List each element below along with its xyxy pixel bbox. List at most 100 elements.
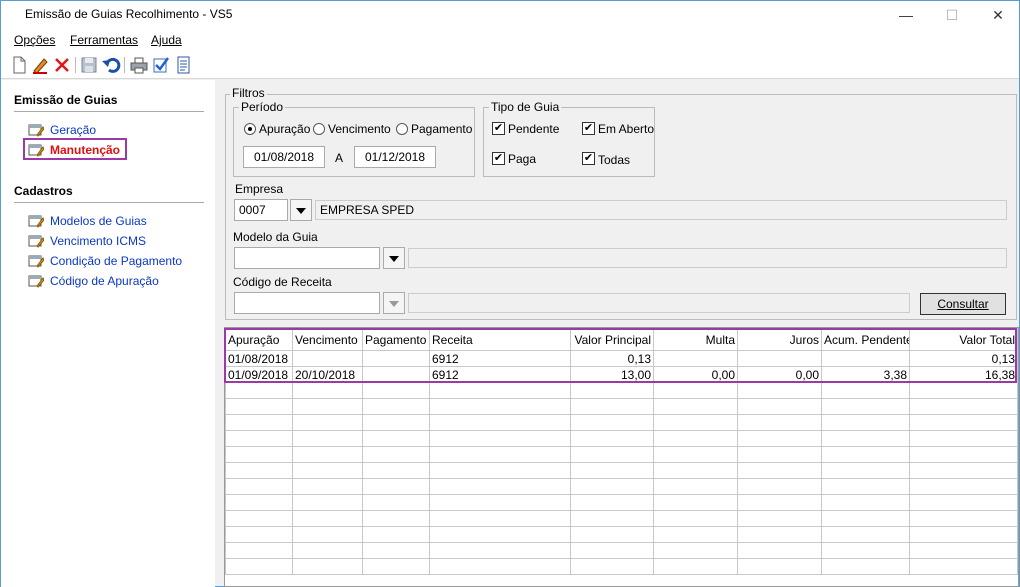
- empty-cell: [362, 478, 430, 495]
- column-acum-pendente[interactable]: Acum. Pendente: [821, 328, 910, 351]
- empty-cell: [653, 430, 738, 447]
- empty-cell: [225, 382, 293, 399]
- column-juros[interactable]: Juros: [737, 328, 822, 351]
- close-button[interactable]: ✕: [975, 1, 1020, 29]
- empty-cell: [292, 414, 363, 431]
- radio-vencimento[interactable]: [313, 123, 325, 135]
- form-icon: [28, 234, 45, 248]
- radio-apuracao[interactable]: [244, 123, 256, 135]
- empty-cell: [909, 526, 1018, 543]
- sidebar-item-vencimento-icms[interactable]: Vencimento ICMS: [50, 234, 146, 248]
- menu-ferramentas[interactable]: Ferramentas: [70, 33, 138, 47]
- cell-receita: 6912: [429, 366, 571, 383]
- maximize-button[interactable]: ☐: [929, 1, 975, 29]
- table-row[interactable]: 01/09/2018 20/10/2018 6912 13,00 0,00 0,…: [225, 366, 1018, 383]
- empty-cell: [292, 430, 363, 447]
- modelo-input[interactable]: [234, 247, 380, 269]
- empty-cell: [429, 430, 571, 447]
- sidebar: Emissão de Guias Geração Manutenção Cada…: [1, 80, 215, 587]
- cell-valor-total: 0,13: [909, 350, 1018, 367]
- empty-cell: [821, 510, 910, 527]
- sidebar-item-manutencao[interactable]: Manutenção: [50, 143, 120, 157]
- new-icon[interactable]: [9, 55, 29, 75]
- codigo-receita-input[interactable]: [234, 292, 380, 314]
- empresa-code-input[interactable]: 0007: [234, 199, 288, 221]
- empty-cell: [292, 446, 363, 463]
- sidebar-item-geracao[interactable]: Geração: [50, 123, 96, 137]
- empty-cell: [821, 526, 910, 543]
- empty-cell: [821, 558, 910, 575]
- form-icon: [28, 143, 45, 157]
- sidebar-section-cadastros: Cadastros: [14, 184, 73, 198]
- menu-opcoes[interactable]: Opções: [14, 33, 55, 47]
- empty-cell: [292, 494, 363, 511]
- column-multa[interactable]: Multa: [653, 328, 738, 351]
- cell-acum-pendente: [821, 350, 910, 367]
- codigo-receita-label: Código de Receita: [233, 275, 332, 289]
- delete-icon[interactable]: [52, 55, 72, 75]
- empty-cell: [821, 430, 910, 447]
- consultar-button[interactable]: Consultar: [920, 293, 1006, 315]
- main-window: Emissão de Guias Recolhimento - VS5 — ☐ …: [0, 0, 1020, 587]
- sidebar-item-codigo-de-apuracao[interactable]: Código de Apuração: [50, 274, 159, 288]
- checkbox-pendente[interactable]: ✔: [492, 122, 505, 135]
- empty-cell: [292, 478, 363, 495]
- column-valor-total[interactable]: Valor Total: [909, 328, 1018, 351]
- empty-cell: [225, 558, 293, 575]
- toolbar-separator: [124, 57, 125, 73]
- empty-cell: [570, 430, 654, 447]
- empty-cell: [429, 462, 571, 479]
- sidebar-item-modelos-de-guias[interactable]: Modelos de Guias: [50, 214, 147, 228]
- results-grid[interactable]: Apuração Vencimento Pagamento Receita Va…: [224, 327, 1019, 587]
- empty-cell: [653, 542, 738, 559]
- edit-icon[interactable]: [30, 55, 50, 75]
- empty-cell: [737, 430, 822, 447]
- empty-cell: [737, 542, 822, 559]
- period-end-input[interactable]: 01/12/2018: [354, 146, 436, 168]
- undo-icon[interactable]: [101, 55, 121, 75]
- checkbox-em-aberto[interactable]: ✔: [582, 122, 595, 135]
- minimize-button[interactable]: —: [883, 1, 929, 29]
- table-row[interactable]: 01/08/2018 6912 0,13 0,13: [225, 350, 1018, 367]
- column-receita[interactable]: Receita: [429, 328, 571, 351]
- empty-cell: [429, 558, 571, 575]
- empty-cell: [429, 398, 571, 415]
- save-icon[interactable]: [79, 55, 99, 75]
- empresa-dropdown-button[interactable]: [290, 199, 312, 221]
- empty-row: [225, 462, 1018, 479]
- column-apuracao[interactable]: Apuração: [225, 328, 293, 351]
- empty-cell: [821, 382, 910, 399]
- empty-cell: [821, 478, 910, 495]
- empty-cell: [225, 510, 293, 527]
- guide-type-label: Tipo de Guia: [489, 100, 562, 114]
- checkbox-todas[interactable]: ✔: [582, 152, 595, 165]
- cell-pagamento: [362, 350, 430, 367]
- empty-cell: [653, 510, 738, 527]
- title-bar: Emissão de Guias Recolhimento - VS5 — ☐ …: [1, 1, 1019, 29]
- empty-cell: [429, 414, 571, 431]
- empty-cell: [225, 414, 293, 431]
- codigo-receita-dropdown-button[interactable]: [383, 292, 405, 314]
- print-icon[interactable]: [129, 55, 149, 75]
- modelo-dropdown-button[interactable]: [383, 247, 405, 269]
- empty-cell: [225, 526, 293, 543]
- empty-cell: [737, 414, 822, 431]
- radio-pagamento[interactable]: [396, 123, 408, 135]
- report-icon[interactable]: [173, 55, 193, 75]
- checkbox-paga[interactable]: ✔: [492, 152, 505, 165]
- empty-cell: [225, 478, 293, 495]
- column-vencimento[interactable]: Vencimento: [292, 328, 363, 351]
- empty-cell: [821, 398, 910, 415]
- menu-ajuda[interactable]: Ajuda: [151, 33, 182, 47]
- cell-acum-pendente: 3,38: [821, 366, 910, 383]
- period-start-input[interactable]: 01/08/2018: [243, 146, 325, 168]
- column-valor-principal[interactable]: Valor Principal: [570, 328, 654, 351]
- column-pagamento[interactable]: Pagamento: [362, 328, 430, 351]
- empty-cell: [821, 446, 910, 463]
- empty-cell: [429, 542, 571, 559]
- empty-cell: [362, 430, 430, 447]
- sidebar-item-condicao-de-pagamento[interactable]: Condição de Pagamento: [50, 254, 182, 268]
- check-icon[interactable]: [151, 55, 171, 75]
- empty-cell: [653, 558, 738, 575]
- empty-row: [225, 398, 1018, 415]
